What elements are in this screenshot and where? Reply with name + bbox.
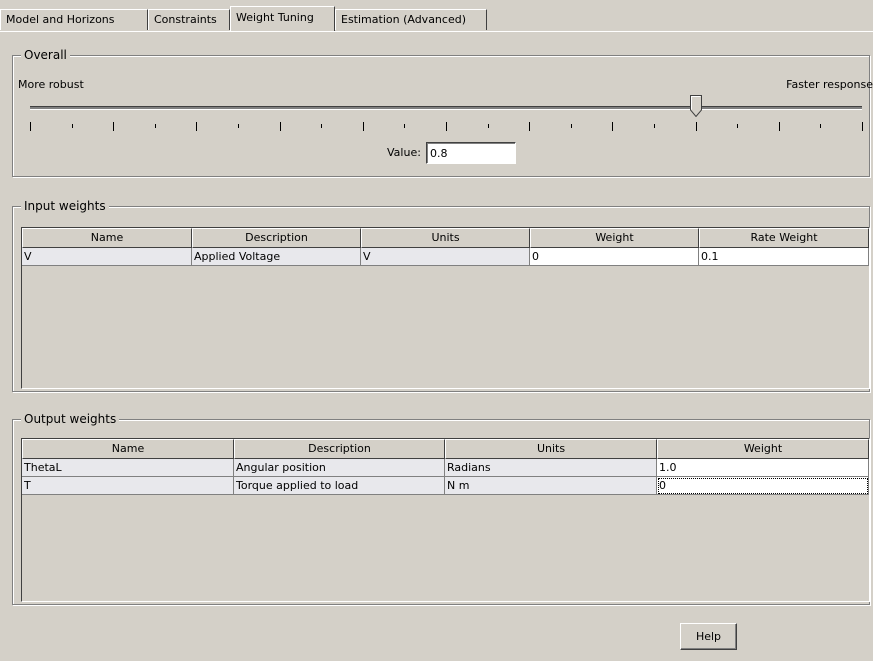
slider-minor-tick <box>737 124 739 128</box>
slider-minor-tick <box>238 124 239 128</box>
slider-major-tick <box>279 122 281 131</box>
value-input[interactable] <box>426 142 516 164</box>
column-header-name[interactable]: Name <box>22 228 192 248</box>
column-header-weight[interactable]: Weight <box>530 228 699 248</box>
more-robust-label: More robust <box>18 78 84 91</box>
tab-model-and-horizons[interactable]: Model and Horizons <box>0 9 148 30</box>
cell-description[interactable]: Torque applied to load <box>234 477 445 495</box>
cell-name[interactable]: T <box>22 477 234 495</box>
cell-units[interactable]: N m <box>445 477 657 495</box>
slider-minor-tick <box>654 124 655 128</box>
value-label: Value: <box>387 146 421 159</box>
slider-major-tick <box>778 122 780 131</box>
slider-major-tick <box>612 122 614 131</box>
slider-major-tick <box>196 122 198 131</box>
slider-minor-tick <box>570 124 572 128</box>
cell-description[interactable]: Applied Voltage <box>192 248 361 266</box>
cell-weight[interactable]: 0 <box>657 477 869 495</box>
cell-weight[interactable]: 1.0 <box>657 459 869 477</box>
output-weights-header: Name Description Units Weight <box>22 439 869 459</box>
faster-response-label: Faster response <box>786 78 873 91</box>
column-header-description[interactable]: Description <box>192 228 361 248</box>
slider-minor-tick <box>487 124 489 128</box>
tab-separator <box>0 31 873 32</box>
help-button[interactable]: Help <box>680 623 737 650</box>
cell-name[interactable]: ThetaL <box>22 459 234 477</box>
cell-description[interactable]: Angular position <box>234 459 445 477</box>
slider-minor-tick <box>71 124 73 128</box>
slider-minor-tick <box>820 124 822 128</box>
slider-minor-tick <box>154 124 156 128</box>
table-row[interactable]: ThetaL Angular position Radians 1.0 <box>22 459 869 477</box>
slider-minor-tick <box>321 124 323 128</box>
cell-rate-weight[interactable]: 0.1 <box>699 248 869 266</box>
slider-track[interactable] <box>30 106 862 110</box>
input-weights-title: Input weights <box>21 199 109 213</box>
output-weights-table: Name Description Units Weight ThetaL Ang… <box>21 438 870 602</box>
column-header-units[interactable]: Units <box>445 439 657 459</box>
input-weights-table: Name Description Units Weight Rate Weigh… <box>21 227 870 389</box>
tab-weight-tuning[interactable]: Weight Tuning <box>230 6 335 31</box>
cell-name[interactable]: V <box>22 248 192 266</box>
column-header-description[interactable]: Description <box>234 439 445 459</box>
column-header-rate-weight[interactable]: Rate Weight <box>699 228 869 248</box>
column-header-name[interactable]: Name <box>22 439 234 459</box>
slider-major-tick <box>862 122 863 131</box>
slider-major-tick <box>529 122 531 131</box>
tab-estimation-advanced[interactable]: Estimation (Advanced) <box>335 9 487 30</box>
overall-title: Overall <box>21 48 70 62</box>
slider-major-tick <box>30 122 31 131</box>
slider-major-tick <box>362 122 364 131</box>
output-weights-title: Output weights <box>21 412 120 426</box>
slider-major-tick <box>695 122 697 131</box>
slider-minor-tick <box>404 124 406 128</box>
column-header-units[interactable]: Units <box>361 228 530 248</box>
tab-bar: Model and Horizons Constraints Weight Tu… <box>0 6 873 32</box>
slider-major-tick <box>113 122 115 131</box>
cell-weight[interactable]: 0 <box>530 248 699 266</box>
tab-constraints[interactable]: Constraints <box>148 9 230 30</box>
input-weights-header: Name Description Units Weight Rate Weigh… <box>22 228 869 248</box>
column-header-weight[interactable]: Weight <box>657 439 869 459</box>
slider-major-tick <box>446 122 447 131</box>
table-row[interactable]: T Torque applied to load N m 0 <box>22 477 869 495</box>
table-row[interactable]: V Applied Voltage V 0 0.1 <box>22 248 869 266</box>
cell-units[interactable]: V <box>361 248 530 266</box>
cell-units[interactable]: Radians <box>445 459 657 477</box>
slider-thumb[interactable] <box>689 95 702 118</box>
